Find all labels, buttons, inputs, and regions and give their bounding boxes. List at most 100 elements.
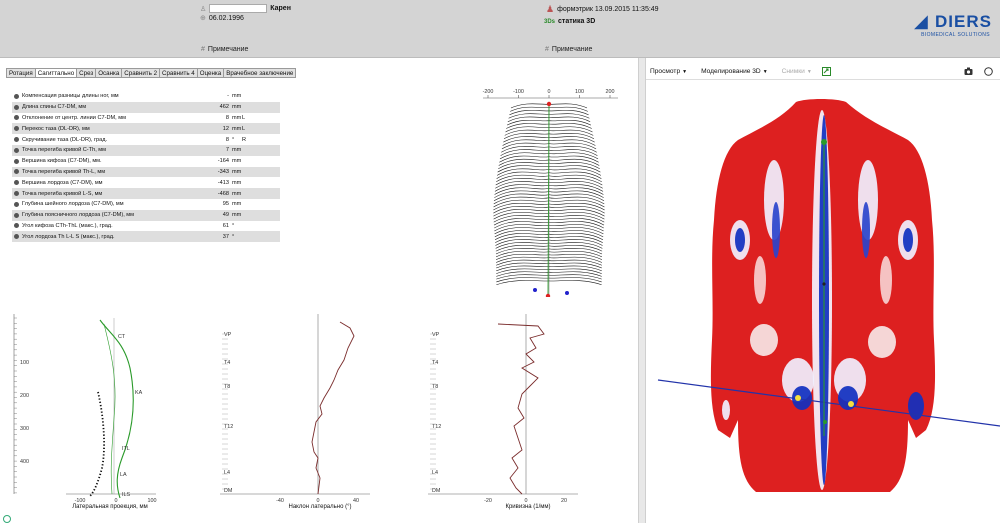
topography-plot: -200 -100 0 100 200 (483, 89, 618, 297)
parameter-name: Скручивание таза (DL-DR), град. (22, 136, 108, 143)
diers-logo: ◢ DIERS BIOMEDICAL SOLUTIONS (914, 12, 994, 40)
parameter-unit: mm (232, 104, 242, 111)
export-icon[interactable] (821, 67, 831, 76)
parameter-row[interactable]: Точка перегиба кривой Th-L, мм -343 mm (12, 166, 280, 178)
parameter-row[interactable]: Глубина поясничного лордоза (C7-DM), мм 4… (12, 209, 280, 221)
dimple-left-marker (533, 288, 537, 292)
curvature-plot: -20 0 20VPT4T8T12L4DM (428, 314, 578, 504)
parameter-value: 12 (222, 125, 229, 132)
parameter-value: - (227, 93, 229, 100)
tilt-plot-title: Наклон латерально (°) (288, 504, 352, 510)
heat-region (754, 256, 766, 304)
heat-region (722, 400, 730, 420)
parameter-unit: mm (232, 179, 242, 186)
parameter-value: 49 (222, 212, 229, 219)
lateral-landmark-label: ILS (122, 492, 130, 498)
parameter-value: 462 (219, 104, 229, 111)
parameter-name: Глубина поясничного лордоза (C7-DM), мм (22, 212, 134, 219)
record-circle-icon[interactable] (984, 67, 993, 76)
parameter-name: Вершина кифоза (C7-DM), мм. (22, 158, 102, 165)
snapshots-menu[interactable]: Снимки ▼ (782, 68, 812, 75)
dm-point (823, 420, 827, 424)
parameter-row[interactable]: Компенсация разницы длины ног, мм - mm (12, 91, 280, 102)
note-hash: # (201, 46, 205, 53)
lateral-landmark-label: ITL (122, 446, 130, 452)
lateral-landmark-label: LA (120, 472, 127, 478)
parameter-row[interactable]: Глубина шейного лордоза (C7-DM), мм 95 mm (12, 199, 280, 210)
parameter-row[interactable]: Угол кифоза CTh-ThL (макс.), град. 61 ° (12, 221, 280, 232)
heat-region (735, 228, 745, 252)
bullet-icon (14, 126, 19, 132)
parameter-row[interactable]: Вершина кифоза (C7-DM), мм. -164 mm (12, 156, 280, 167)
parameter-side: L (242, 125, 246, 132)
parameter-value: -468 (217, 190, 229, 197)
curvature-plot-title: Кривизна (1/мм) (505, 504, 551, 510)
parameter-row[interactable]: Отклонение от центр. линии C7-DM, мм 8 mm L (12, 113, 280, 124)
parameter-unit: mm (232, 201, 242, 208)
tab-underline (6, 77, 286, 78)
parameter-row[interactable]: Угол лордоза Th L-L S (макс.), град. 37 ° (12, 231, 280, 243)
parameter-unit: ° (232, 222, 235, 229)
parameter-side: R (242, 136, 247, 143)
parameter-unit: mm (232, 212, 242, 219)
note-left-label: Примечание (207, 46, 249, 53)
bullet-icon (14, 115, 19, 121)
modeling-3d-menu[interactable]: Моделирование 3D ▼ (701, 68, 768, 75)
curv-level-label: T4 (432, 360, 438, 366)
dimple-right-point (848, 401, 854, 407)
lateral-landmark-label: CT (118, 334, 126, 340)
parameter-value: 8 (225, 136, 229, 143)
status-icon (3, 515, 11, 523)
lateral-projection-plot: 100200300400-100 0 100CTKAITLLAILS (13, 314, 157, 504)
parameter-unit: ° (232, 233, 235, 240)
note-right[interactable]: # Примечание (545, 46, 592, 53)
kyphosis-apex-point (822, 282, 826, 286)
note-left[interactable]: # Примечание (201, 46, 248, 53)
parameter-row[interactable]: Перекос таза (DL-DR), мм 12 mm L (12, 123, 280, 135)
patient-name-field[interactable] (209, 4, 268, 13)
mode-row: 3Ds статика 3D (544, 18, 595, 25)
parameter-name: Точка перегиба кривой L-S, мм (22, 190, 103, 197)
bullet-icon (14, 223, 19, 229)
device-label: формэтрик 13.09.2015 11:35:49 (557, 6, 659, 13)
formetric-icon: ♟ (546, 4, 555, 14)
lateral-dotted-curve (89, 391, 105, 497)
parameter-name: Точка перегиба кривой C-Th, мм (22, 147, 106, 154)
parameter-value: -343 (217, 168, 229, 175)
bullet-icon (14, 191, 19, 197)
parameter-name: Вершина лордоза (C7-DM), мм (22, 179, 103, 186)
parameter-row[interactable]: Длина спины C7-DM, мм 462 mm (12, 101, 280, 113)
parameter-name: Компенсация разницы длины ног, мм (22, 93, 119, 100)
dm-marker (545, 293, 551, 297)
birth-date: 06.02.1996 (208, 14, 244, 22)
parameter-value: -164 (217, 158, 229, 165)
topo-x-tick: 100 (575, 89, 584, 95)
heat-region (862, 202, 870, 258)
vp-marker (546, 101, 552, 107)
parameter-side: L (242, 114, 246, 121)
parameter-row[interactable]: Точка перегиба кривой L-S, мм -468 mm (12, 188, 280, 199)
parameter-unit: mm (232, 158, 242, 165)
parameter-row[interactable]: Вершина лордоза (C7-DM), мм -413 mm (12, 177, 280, 188)
topo-x-tick: -200 (483, 89, 494, 95)
heat-region (880, 256, 892, 304)
back-surface-3d-scan[interactable] (646, 80, 1000, 520)
lateral-y-tick: 200 (20, 393, 29, 399)
dimple-right-marker (565, 291, 569, 295)
parameter-row[interactable]: Точка перегиба кривой C-Th, мм 7 mm (12, 144, 280, 156)
parameter-name: Отклонение от центр. линии C7-DM, мм (22, 114, 126, 121)
parameter-name: Перекос таза (DL-DR), мм (22, 125, 90, 132)
view-menu[interactable]: Просмотр ▼ (650, 68, 687, 75)
patient-name-row: ♙ Карен (200, 4, 291, 13)
parameter-row[interactable]: Скручивание таза (DL-DR), град. 8 ° R (12, 134, 280, 145)
curv-data-line (497, 323, 545, 495)
heat-region (750, 324, 778, 356)
tilt-level-label: T4 (224, 360, 230, 366)
panel-splitter[interactable] (638, 58, 646, 523)
patient-name: Карен (270, 5, 291, 12)
tilt-level-label: VP (224, 332, 232, 338)
parameter-value: -413 (217, 179, 229, 186)
cake-icon: ⊕ (200, 15, 206, 22)
heat-region (903, 228, 913, 252)
camera-icon[interactable] (964, 67, 973, 76)
